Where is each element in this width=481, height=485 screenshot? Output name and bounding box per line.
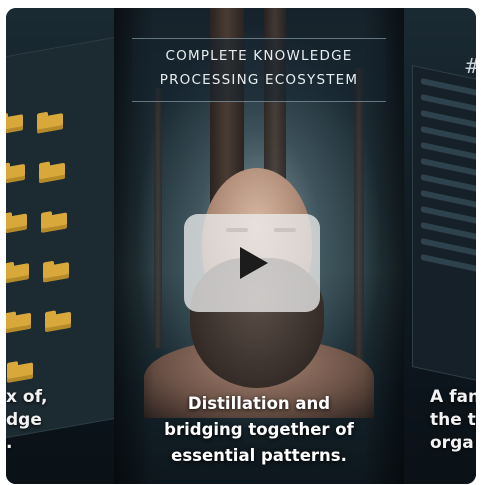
folder-icon	[39, 162, 65, 184]
folder-icon	[43, 262, 69, 283]
caption-line: essential patterns.	[171, 446, 347, 465]
caption-line: .	[6, 433, 13, 453]
tree-trunk	[354, 68, 364, 368]
slide-right[interactable]: #. A fant the t orga	[404, 8, 476, 484]
slide-title-line-1: COMPLETE KNOWLEDGE	[165, 48, 353, 64]
tree-trunk	[154, 88, 162, 348]
caption-line: orga	[430, 433, 474, 453]
slide-left-caption: x of, dge .	[6, 386, 48, 455]
slide-left[interactable]: x of, dge .	[6, 8, 116, 484]
folder-icon	[6, 114, 23, 135]
folder-icon	[41, 212, 67, 233]
folder-icon	[7, 362, 33, 383]
caption-line: A fant	[430, 387, 476, 407]
caption-line: x of,	[6, 387, 48, 407]
caption-line: dge	[6, 410, 42, 430]
folder-icon	[6, 213, 27, 234]
caption-line: bridging together of	[164, 420, 354, 439]
app-screen	[412, 65, 476, 393]
video-carousel: x of, dge . COMPLETE KNOWLEDGE PROCESSIN…	[6, 8, 476, 484]
play-button[interactable]	[184, 214, 320, 312]
slide-title-box: COMPLETE KNOWLEDGE PROCESSING ECOSYSTEM	[132, 38, 386, 102]
folder-icon	[37, 113, 63, 134]
folder-icon	[6, 163, 25, 185]
play-icon	[240, 247, 268, 279]
slide-right-caption: A fant the t orga	[430, 386, 476, 455]
caption-line: Distillation and	[187, 394, 331, 413]
folder-icon	[6, 312, 31, 334]
folder-icon	[6, 263, 29, 284]
slide-center-caption: Distillation and bridging together of es…	[114, 391, 404, 469]
caption-line: the t	[430, 410, 476, 430]
slide-title-line-2: PROCESSING ECOSYSTEM	[159, 72, 359, 88]
folder-icon	[45, 311, 71, 333]
slide-right-hash: #.	[464, 54, 476, 78]
folder-grid-screen	[6, 34, 116, 444]
